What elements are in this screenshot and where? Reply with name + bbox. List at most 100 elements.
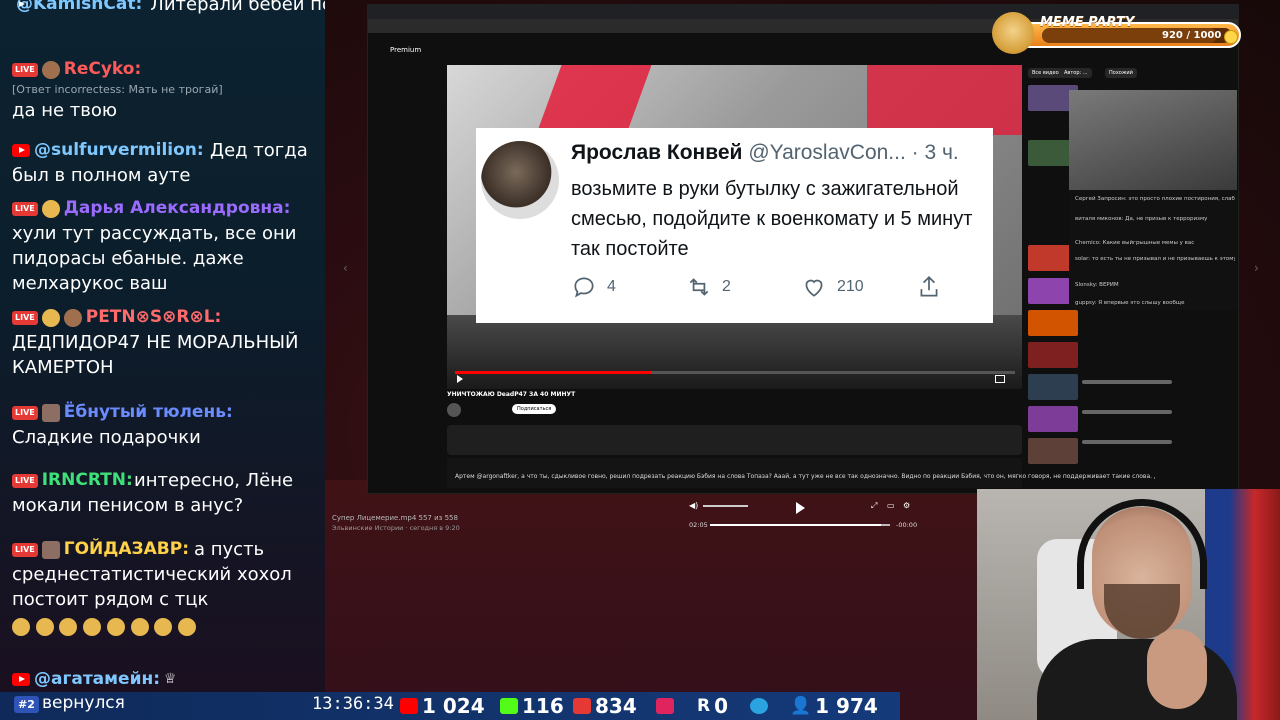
chat-message: LIVE ReCyko: [Ответ incorrectess: Мать н… [12,57,317,123]
fullscreen-icon[interactable] [995,375,1005,383]
tweet-body: возьмите в руки бутылку с зажигательной … [571,178,973,260]
play-icon[interactable] [796,502,805,514]
reply-count: 4 [607,278,616,295]
chat-username: Дарья Александровна: [63,198,291,218]
channel-avatar[interactable] [447,403,461,417]
video-thumbnail[interactable] [1028,342,1078,368]
avatar-icon [63,308,82,327]
volume-slider[interactable] [703,505,748,507]
video-thumbnail[interactable] [1028,438,1078,464]
tweet-actions: 4 2 210 [571,274,971,302]
chip[interactable]: Похожий [1105,68,1137,78]
chat-username: ГОЙДАЗАВР: [63,539,189,559]
cam-chat-line: Slonsky: ВЕРИМ [1075,282,1119,288]
cam-chat-line: Chemico: Какие выйгрышные мемы у вас [1075,240,1195,246]
expand-icon[interactable]: ⤢ [871,501,877,511]
user-icon: 👤 [790,696,812,716]
mini-player[interactable]: ◀) ⤢ ▭ ⚙ 02:05 -00:00 [683,497,923,533]
settings-icon[interactable]: ⚙ [903,501,910,510]
chat-text: Литерали бебей пока слушает топаза [150,0,325,15]
chat-message: @sulfurvermilion: Дед тогда был в полном… [12,138,317,188]
laugh-emote-icon [178,618,197,636]
cam-chat-line: Сергей Запросин: это просто плохие пости… [1075,196,1235,202]
retweet-action: 2 [686,274,731,300]
streamer-hand [1147,629,1207,709]
avatar-icon [41,403,60,422]
live-badge-icon: LIVE [12,310,38,325]
chat-username: ΡΕΤΝ⊗S⊗R⊗L: [85,307,222,327]
cam-chat-line: виталя миконов: Да, не призыв к террориз… [1075,216,1208,222]
live-badge-icon: LIVE [12,473,38,488]
chat-message: @агатамейн: ♕ [12,667,317,692]
chat-message: LIVE Ёбнутый тюлень: Сладкие подарочки [12,400,317,450]
chat-username: IRNCRTN: [41,470,133,490]
tweet-handle: @YaroslavCon... · 3 ч. [748,141,959,164]
video-thumbnail[interactable] [1028,374,1078,400]
chip[interactable]: Автор: ... [1060,68,1092,78]
laugh-emote-icon [106,618,125,636]
pip-icon[interactable]: ▭ [887,501,895,510]
youtube-icon [12,673,30,686]
r-viewer-count: 0 [714,694,729,718]
reply-action: 4 [571,274,616,300]
like-action: 210 [801,274,864,300]
r-icon: R [697,696,711,716]
play-icon [656,698,674,714]
laugh-emote-icon [12,618,30,636]
seek-bar[interactable] [710,524,890,526]
youtube-icon [12,144,30,157]
youtube-logo[interactable]: Premium [390,46,426,56]
chat-message: LIVE ΡΕΤΝ⊗S⊗R⊗L: ДЕДПИДОР47 НЕ МОРАЛЬНЫЙ… [12,305,317,380]
subscribe-button[interactable]: Подписаться [512,404,557,414]
next-arrow-icon[interactable]: › [1254,261,1259,275]
streamer-cam-inset [1069,90,1237,190]
meme-party-title: MEME PARTY [1040,15,1135,30]
video-meta [1082,440,1172,444]
video-title: УНИЧТОЖАЮ DeadP47 ЗА 40 МИНУТ [447,391,576,398]
video-thumbnail[interactable] [1028,310,1078,336]
crown-icon: ♕ [164,671,177,687]
beer-icon [41,308,60,327]
video-progress-bar[interactable] [455,371,1015,374]
play-icon[interactable] [457,375,463,383]
chat-username: Ёбнутый тюлень: [63,402,233,422]
kick-icon [500,698,518,714]
kick-viewers: 116 [500,692,564,720]
chat-text: хули тут рассуждать, все они пидорасы еб… [12,223,297,294]
video-meta [1082,410,1172,414]
live-viewer-count: 834 [595,694,637,718]
avatar-icon [41,199,60,218]
reply-icon [574,277,594,298]
telegram-status [750,692,768,720]
video-description[interactable] [447,425,1022,455]
tweet-author: Ярослав Конвей [571,141,743,164]
youtube-viewer-count: 1 024 [422,694,485,718]
prev-arrow-icon[interactable]: ‹ [343,261,348,275]
laugh-emote-icon [35,618,54,636]
live-viewers: 834 [573,692,637,720]
chat-reply: [Ответ incorrectess: Мать не трогай] [12,83,223,96]
chat-username: ReCyko: [63,59,142,79]
emote-row [12,614,317,639]
last-chat-text: вернулся [42,693,125,713]
laugh-emote-icon [130,618,149,636]
live-badge-icon: LIVE [12,542,38,557]
total-viewers: 👤 1 974 [790,692,878,720]
streamer-body [1037,639,1237,720]
time-elapsed: 02:05 [689,521,708,529]
video-controls[interactable] [455,375,1015,387]
cam-chat-line: guppsy: Я впервые это слышу вообще [1075,300,1185,306]
live-icon [573,698,591,714]
share-icon [920,276,938,297]
live-badge-icon: LIVE [12,62,38,77]
cam-chat-line: solar: то есть ты не призывал и не призы… [1075,256,1235,262]
headset-icon [1077,499,1207,589]
live-badge-icon: LIVE [12,405,38,420]
chip[interactable]: Все видео [1028,68,1063,78]
chat-message: LIVE ГОЙДАЗАВР: а пусть среднестатистиче… [12,537,317,639]
tweet-header: Ярослав Конвей @YaroslavCon... · 3 ч. [571,141,959,165]
video-thumbnail[interactable] [1028,406,1078,432]
tweet-card: Ярослав Конвей @YaroslavCon... · 3 ч. во… [476,128,993,323]
laugh-emote-icon [59,618,78,636]
volume-icon[interactable]: ◀) [689,501,698,510]
